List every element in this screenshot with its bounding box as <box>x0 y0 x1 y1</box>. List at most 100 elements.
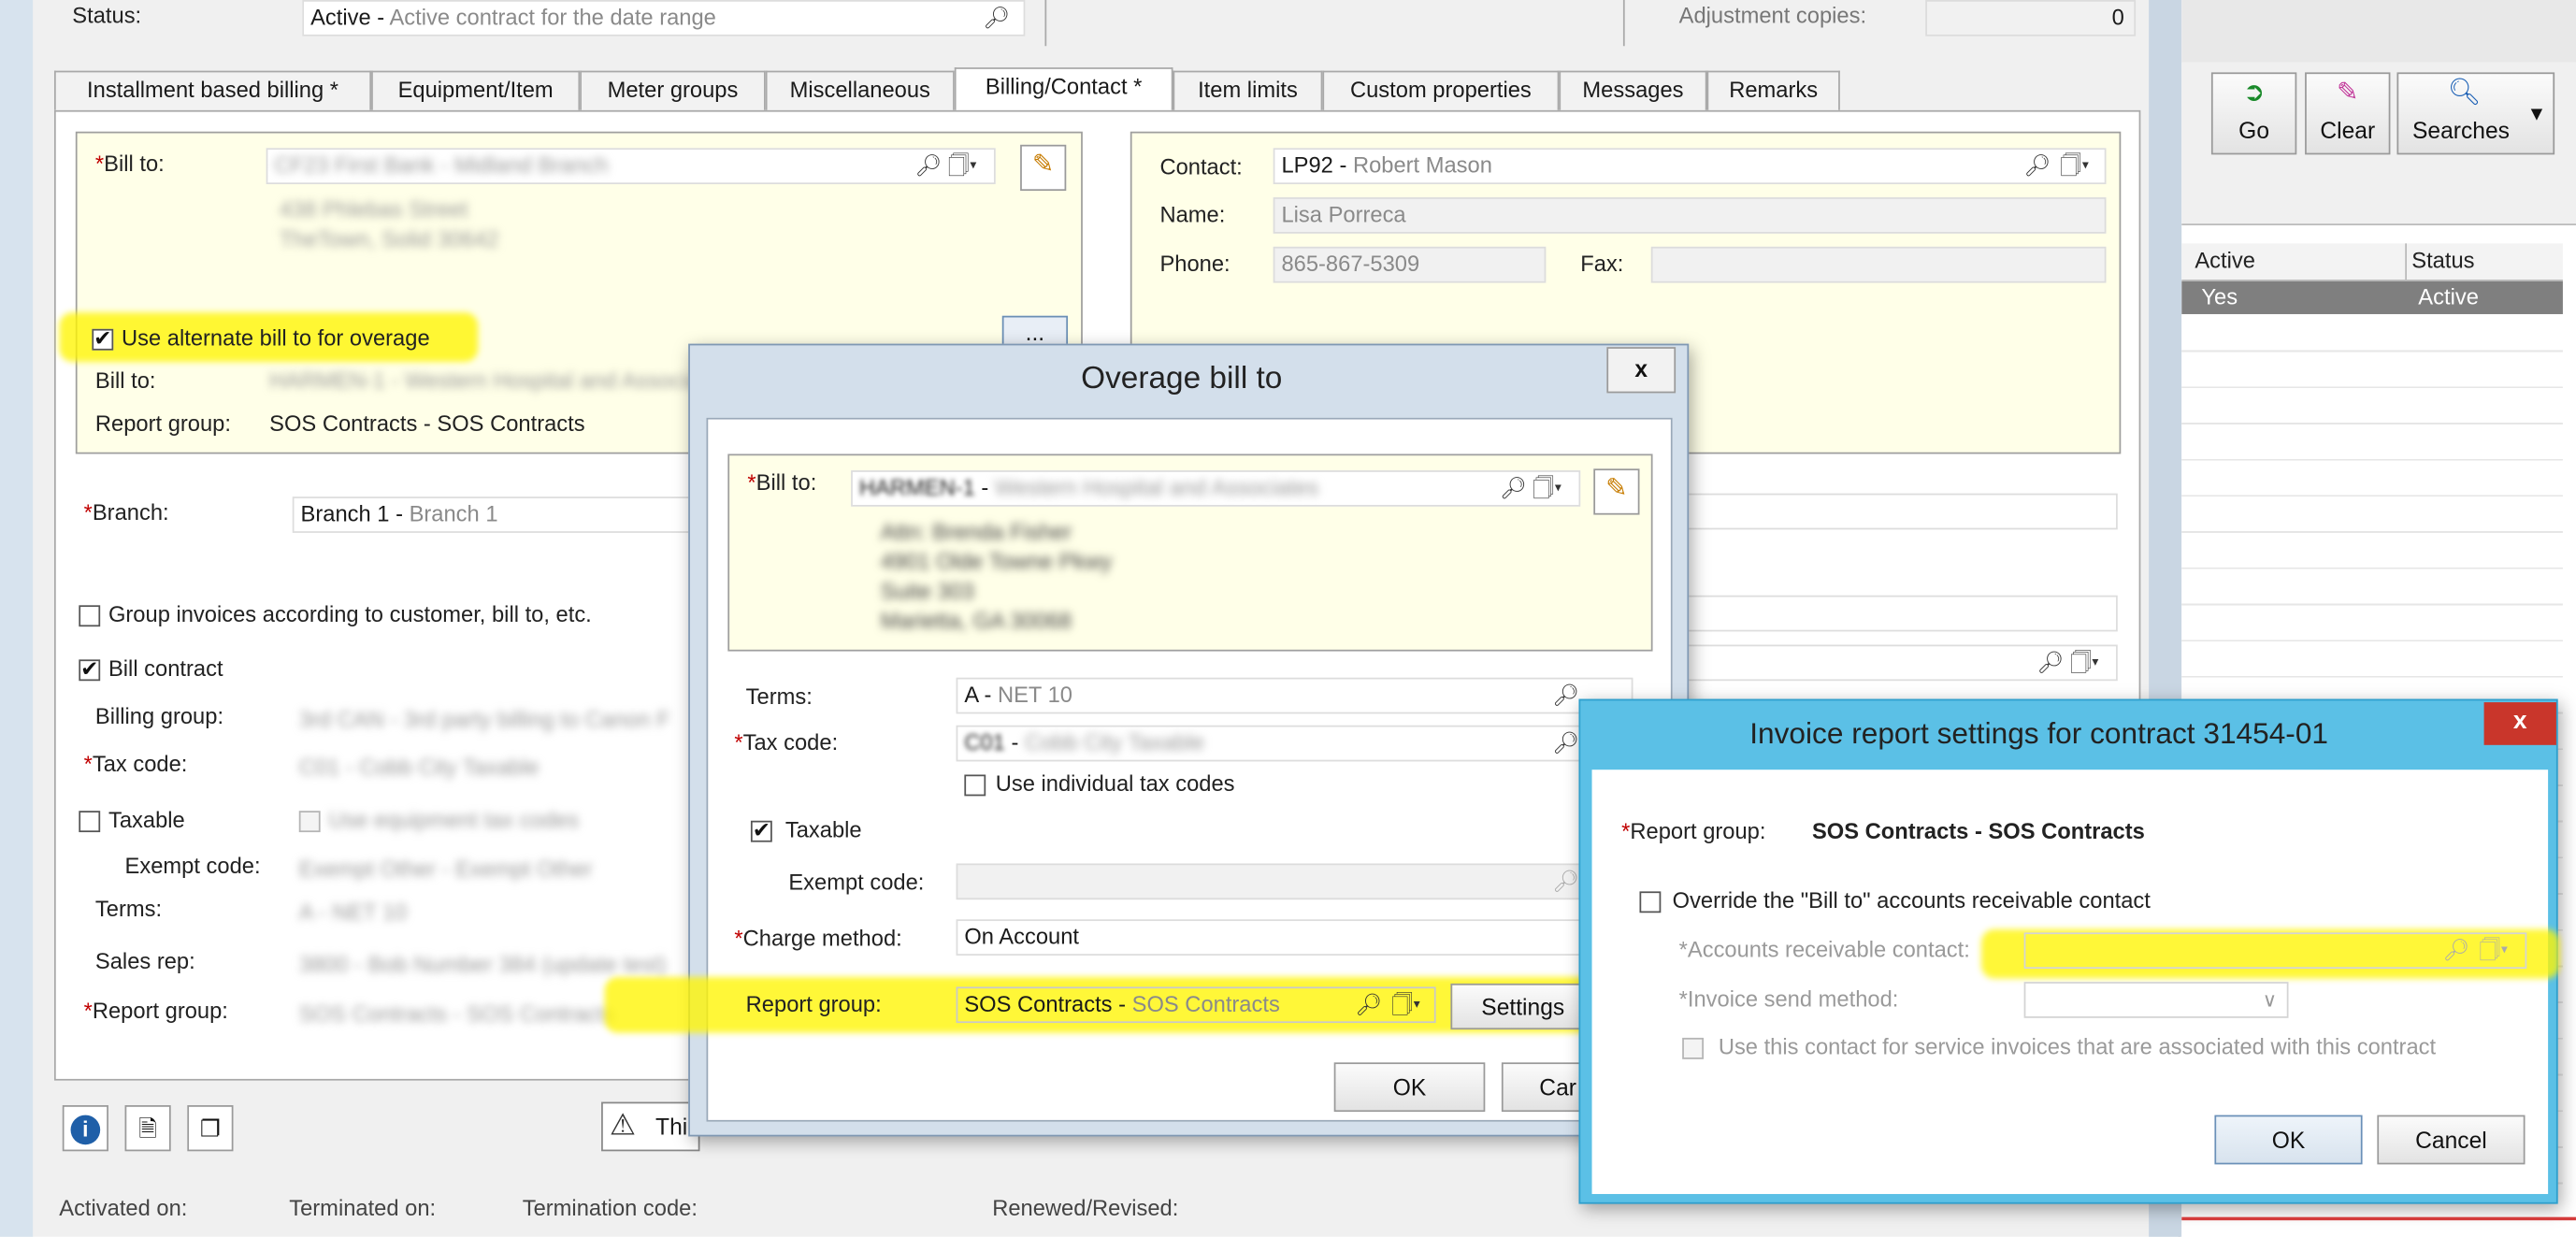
use-individual-tax-checkbox[interactable] <box>964 774 986 797</box>
bottom-red-line <box>2181 1216 2576 1221</box>
billto-label: *Bill to: <box>94 151 165 177</box>
search-icon[interactable]: 🔎︎ <box>1552 679 1579 712</box>
billing-group-label: Billing group: <box>94 703 224 729</box>
vertical-divider-2 <box>1622 0 1625 47</box>
billto-field[interactable]: CF23 First Bank - Midland Branch 🔎︎ 🗍▾ <box>266 148 996 185</box>
overage-settings-button[interactable]: Settings <box>1450 983 1596 1030</box>
search-icon[interactable]: 🔎︎ <box>2443 934 2470 967</box>
dropdown-arrow-icon[interactable]: ▼ <box>2526 100 2546 126</box>
invoice-ok-button[interactable]: OK <box>2214 1115 2363 1165</box>
use-alternate-billto-checkbox[interactable] <box>92 325 114 352</box>
overage-charge-label: *Charge method: <box>734 926 902 951</box>
branch-field[interactable]: Branch 1 - Branch 1 <box>292 496 690 533</box>
phone-field[interactable]: 865-867-5309 <box>1273 246 1547 283</box>
invoice-dialog-title: Invoice report settings for contract 314… <box>1749 716 2329 751</box>
taxable-checkbox[interactable] <box>79 811 101 833</box>
right-field-1[interactable] <box>1683 493 2118 530</box>
search-icon[interactable]: 🔎︎ <box>984 2 1011 35</box>
search-icon[interactable]: 🔎︎ <box>1356 988 1383 1021</box>
col-status-header[interactable]: Status <box>2411 249 2474 273</box>
overage-report-field[interactable]: SOS Contracts - SOS Contracts 🔎︎ 🗍▾ <box>956 986 1436 1024</box>
adjustment-copies-label: Adjustment copies: <box>1678 3 1867 28</box>
invoice-report-value: SOS Contracts - SOS Contracts <box>1811 818 2145 844</box>
billto-report-group-value: SOS Contracts - SOS Contracts <box>269 410 585 437</box>
overage-close-button[interactable]: x <box>1606 347 1677 394</box>
branch-label: *Branch: <box>83 499 169 525</box>
tab-installment-billing[interactable]: Installment based billing * <box>53 70 372 110</box>
contact-field[interactable]: LP92 - Robert Mason 🔎︎ 🗍▾ <box>1273 148 2107 185</box>
search-icon[interactable]: 🔎︎ <box>1552 726 1579 759</box>
results-row-selected[interactable] <box>2181 280 2563 314</box>
status-field[interactable]: Active - Active contract for the date ra… <box>302 0 1026 36</box>
overage-tax-code: C01 <box>964 729 1005 755</box>
copy-dropdown-icon[interactable]: 🗍▾ <box>2479 934 2508 967</box>
search-icon[interactable]: 🔎︎ <box>1500 472 1527 505</box>
overage-exempt-field[interactable]: 🔎︎ <box>956 863 1633 900</box>
billto-name: First Bank - Midland Branch <box>335 152 609 178</box>
right-field-3[interactable]: 🔎︎ 🗍▾ <box>1683 644 2118 682</box>
overage-charge-label-text: Charge method: <box>742 926 902 951</box>
search-icon[interactable]: 🔎︎ <box>915 150 943 182</box>
info-button[interactable]: i <box>62 1105 108 1152</box>
copy-dropdown-icon[interactable]: 🗍▾ <box>2060 150 2089 182</box>
overage-edit-button[interactable]: ✎ <box>1593 468 1640 515</box>
tab-remarks[interactable]: Remarks <box>1706 70 1840 110</box>
document-button-1[interactable]: 🗎︎ <box>124 1105 171 1152</box>
adjustment-copies-field[interactable]: 0 <box>1925 0 2137 36</box>
col-active-header[interactable]: Active <box>2195 249 2255 273</box>
ar-contact-field[interactable]: 🔎︎ 🗍▾ <box>2023 932 2527 970</box>
overage-billto-name: Western Hospital and Associates <box>994 475 1319 500</box>
override-billto-checkbox[interactable] <box>1639 891 1662 913</box>
overage-address-3: Suite 303 <box>880 579 974 604</box>
overage-tax-label-text: Tax code: <box>742 729 839 755</box>
overage-ok-button[interactable]: OK <box>1333 1062 1486 1113</box>
overage-terms-field[interactable]: A - NET 10 🔎︎ <box>956 677 1633 714</box>
go-button[interactable]: ➲ Go <box>2210 72 2297 155</box>
contact-name-field[interactable]: Lisa Porreca <box>1273 197 2107 234</box>
adjustment-copies-value: 0 <box>2111 5 2124 30</box>
overage-tax-field[interactable]: C01 - Cobb City Taxable 🔎︎ <box>956 725 1633 762</box>
taxable-label: Taxable <box>108 807 185 833</box>
copy-dropdown-icon[interactable]: 🗍▾ <box>948 150 977 182</box>
group-invoices-checkbox[interactable] <box>79 605 101 627</box>
billto-label-text: Bill to: <box>104 151 165 177</box>
contact-name: Robert Mason <box>1352 152 1492 178</box>
tab-miscellaneous[interactable]: Miscellaneous <box>765 70 955 110</box>
overage-charge-field[interactable]: On Account <box>956 919 1633 956</box>
search-icon[interactable]: 🔎︎ <box>2024 150 2051 182</box>
tab-meter-groups[interactable]: Meter groups <box>580 70 766 110</box>
invoice-send-select[interactable]: ∨ <box>2023 982 2289 1018</box>
terms-label: Terms: <box>94 896 163 922</box>
overage-taxable-checkbox[interactable] <box>750 817 772 843</box>
invoice-close-button[interactable]: x <box>2483 702 2556 745</box>
branch-desc: Branch 1 <box>409 501 498 526</box>
fax-field[interactable] <box>1650 246 2107 283</box>
tab-equipment-item[interactable]: Equipment/Item <box>371 70 581 110</box>
bill-contract-checkbox[interactable] <box>79 656 101 683</box>
right-field-2[interactable] <box>1683 595 2118 632</box>
copy-dropdown-icon[interactable]: 🗍▾ <box>2070 646 2099 679</box>
searches-button[interactable]: 🔍︎ Searches ▼ <box>2396 72 2555 155</box>
use-contact-checkbox[interactable] <box>1682 1037 1705 1059</box>
tab-billing-contact[interactable]: Billing/Contact * <box>954 67 1173 110</box>
main-window-left-border <box>0 0 34 1237</box>
col-divider <box>2405 243 2408 280</box>
row-active-value: Yes <box>2201 284 2238 309</box>
tab-custom-properties[interactable]: Custom properties <box>1322 70 1560 110</box>
info-icon: i <box>70 1115 101 1145</box>
right-panel-top <box>2181 0 2576 63</box>
renewed-revised-label: Renewed/Revised: <box>992 1195 1179 1221</box>
search-icon[interactable]: 🔎︎ <box>1552 865 1579 898</box>
invoice-cancel-button[interactable]: Cancel <box>2377 1115 2526 1165</box>
exempt-code-label: Exempt code: <box>124 853 261 879</box>
copy-dropdown-icon[interactable]: 🗍▾ <box>1391 988 1420 1021</box>
overage-billto-field[interactable]: HARMEN-1 - Western Hospital and Associat… <box>851 470 1581 507</box>
tab-messages[interactable]: Messages <box>1559 70 1707 110</box>
document-button-2[interactable]: ❐ <box>187 1105 234 1152</box>
search-icon[interactable]: 🔎︎ <box>2037 646 2065 679</box>
edit-billto-button[interactable]: ✎ <box>1020 144 1067 192</box>
use-equipment-tax-checkbox[interactable] <box>298 811 321 833</box>
copy-dropdown-icon[interactable]: 🗍▾ <box>1533 472 1561 505</box>
clear-button[interactable]: ✎ Clear <box>2305 72 2391 155</box>
tab-item-limits[interactable]: Item limits <box>1173 70 1323 110</box>
